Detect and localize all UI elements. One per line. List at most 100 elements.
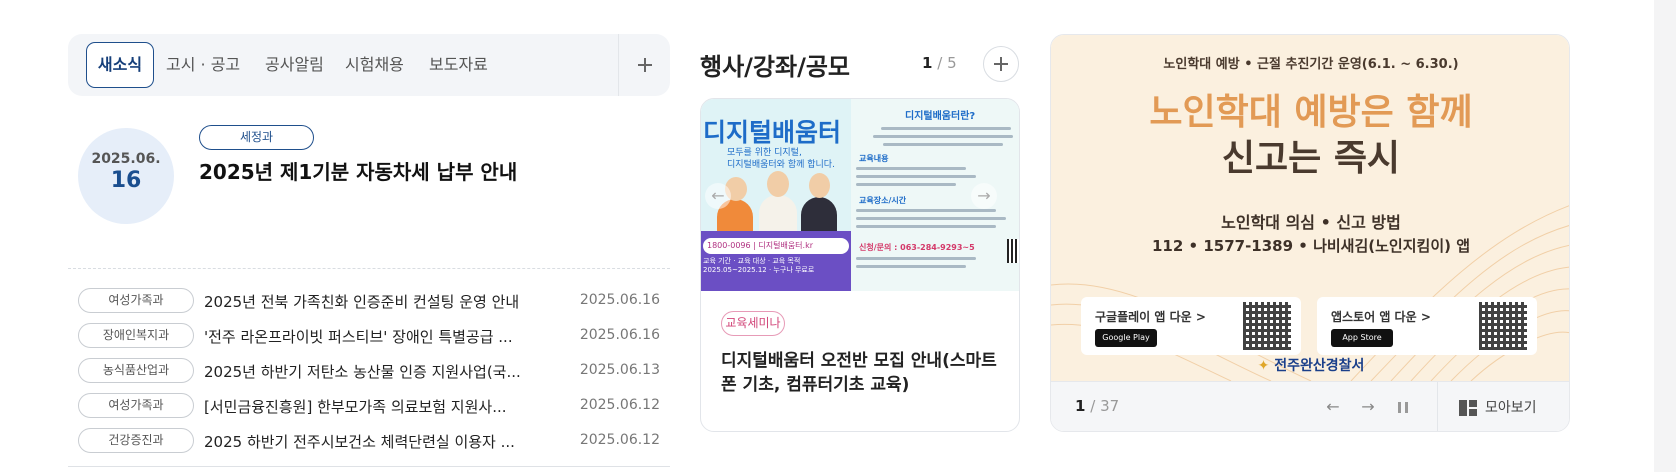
- poster-text-line: [856, 257, 976, 260]
- google-play-box[interactable]: 구글플레이 앱 다운 > Google Play: [1081, 297, 1301, 355]
- news-title[interactable]: 2025 하반기 전주시보건소 체력단련실 이용자 ...: [204, 431, 515, 452]
- event-category-badge: 교육세미나: [721, 311, 785, 336]
- poster-text-line: [856, 209, 996, 212]
- tab-construction[interactable]: 공사알림: [265, 42, 324, 88]
- event-title[interactable]: 디지털배움터 오전반 모집 안내(스마트폰 기초, 컴퓨터기초 교육): [721, 349, 1001, 397]
- news-more-button[interactable]: [618, 34, 670, 96]
- divider: [68, 466, 670, 467]
- divider: [1437, 382, 1438, 431]
- pager-total: 37: [1100, 397, 1120, 415]
- poster-text-line: [856, 225, 996, 228]
- poster-text-line: [856, 167, 966, 170]
- poster-text-line: [883, 143, 1003, 146]
- list-item[interactable]: 여성가족과 [서민금융진흥원] 한부모가족 의료보험 지원사... 2025.0…: [68, 389, 670, 424]
- poster-info-title: 디지털배움터란?: [905, 111, 976, 122]
- banner-subheadline: 신고는 즉시: [1221, 138, 1401, 179]
- banner-slider: 노인학대 예방 • 근절 추진기간 운영(6.1. ~ 6.30.) 노인학대 …: [1050, 34, 1570, 432]
- divider: [68, 268, 670, 269]
- tab-notice[interactable]: 고시 · 공고: [166, 42, 240, 88]
- news-list: 여성가족과 2025년 전북 가족친화 인증준비 컨설팅 운영 안내 2025.…: [68, 284, 670, 459]
- poster-text-line: [856, 175, 976, 178]
- next-arrow-icon[interactable]: →: [1356, 395, 1380, 419]
- pager-separator: /: [937, 54, 943, 72]
- list-item[interactable]: 여성가족과 2025년 전북 가족친화 인증준비 컨설팅 운영 안내 2025.…: [68, 284, 670, 319]
- google-play-button[interactable]: Google Play: [1095, 329, 1157, 347]
- news-date: 2025.06.16: [579, 327, 660, 343]
- pause-bars: [1398, 402, 1408, 413]
- dept-badge: 여성가족과: [78, 393, 194, 418]
- dept-badge: 농식품산업과: [78, 358, 194, 383]
- list-item[interactable]: 장애인복지과 '전주 라온프라이빗 퍼스티브' 장애인 특별공급 ... 202…: [68, 319, 670, 354]
- list-item[interactable]: 농식품산업과 2025년 하반기 저탄소 농산물 인증 지원사업(국... 20…: [68, 354, 670, 389]
- poster-text-line: [856, 183, 956, 186]
- pager-current: 1: [1075, 397, 1086, 415]
- view-all-label: 모아보기: [1485, 400, 1537, 416]
- date-day: 16: [110, 168, 142, 193]
- plus-icon: [637, 58, 652, 72]
- pager-total: 5: [947, 54, 957, 72]
- police-name: 전주완산경찰서: [1274, 358, 1365, 374]
- prev-arrow-icon[interactable]: ←: [1321, 395, 1345, 419]
- tab-recruit[interactable]: 시험채용: [345, 42, 404, 88]
- poster-period-line: 2025.05~2025.12 · 누구나 무료로: [703, 266, 815, 274]
- news-tab-bar: 새소식 고시 · 공고 공사알림 시험채용 보도자료: [68, 34, 670, 96]
- banner-headline: 노인학대 예방은 함께: [1149, 92, 1473, 133]
- banner-image[interactable]: 노인학대 예방 • 근절 추진기간 운영(6.1. ~ 6.30.) 노인학대 …: [1051, 35, 1569, 381]
- events-pager: 1 / 5: [922, 54, 957, 72]
- poster-text-line: [856, 265, 966, 268]
- news-date: 2025.06.16: [579, 292, 660, 308]
- banner-method-title: 노인학대 의심 • 신고 방법: [1221, 213, 1401, 232]
- poster-text-line: [881, 127, 1011, 130]
- pager-current: 1: [922, 54, 933, 72]
- news-title[interactable]: '전주 라온프라이빗 퍼스티브' 장애인 특별공급 ...: [204, 326, 513, 347]
- app-store-label: 앱스토어 앱 다운 >: [1331, 310, 1431, 324]
- arrow-left-icon[interactable]: ←: [705, 183, 731, 209]
- qr-code-icon: [1007, 239, 1019, 263]
- poster-text-line: [873, 135, 1013, 138]
- news-title[interactable]: 2025년 전북 가족친화 인증준비 컨설팅 운영 안내: [204, 291, 519, 312]
- google-play-label: 구글플레이 앱 다운 >: [1095, 310, 1206, 324]
- poster-headline: 디지털배움터: [703, 118, 842, 147]
- person-head: [767, 171, 789, 197]
- poster-period-line: 교육 기간 · 교육 대상 · 교육 목적: [703, 257, 801, 265]
- banner-controls: 1 / 37 ← → 모아보기: [1051, 381, 1569, 431]
- poster-sub-line: 디지털배움터와 함께 합니다.: [727, 160, 835, 170]
- poster-phone: 1800-0096 | 디지털배움터.kr: [703, 238, 849, 254]
- dept-badge: 여성가족과: [78, 288, 194, 313]
- poster-period: 교육 기간 · 교육 대상 · 교육 목적 2025.05~2025.12 · …: [703, 257, 814, 275]
- news-date: 2025.06.12: [579, 397, 660, 413]
- banner-pager: 1 / 37: [1075, 397, 1119, 415]
- news-title[interactable]: [서민금융진흥원] 한부모가족 의료보험 지원사...: [204, 396, 507, 417]
- event-card[interactable]: 디지털배움터 모두를 위한 디지털, 디지털배움터와 함께 합니다. 1800-…: [700, 98, 1020, 432]
- featured-news-title[interactable]: 2025년 제1기분 자동차세 납부 안내: [199, 156, 517, 185]
- qr-code-icon: [1243, 302, 1291, 350]
- plus-icon: [994, 57, 1008, 71]
- banner-method-numbers: 112 • 1577-1389 • 나비새김(노인지킴이) 앱: [1151, 237, 1471, 255]
- events-more-button[interactable]: [983, 46, 1019, 82]
- police-badge-icon: ✦: [1257, 358, 1270, 374]
- person-head: [809, 173, 830, 198]
- poster-label-place: 교육장소/시간: [859, 196, 907, 205]
- news-title[interactable]: 2025년 하반기 저탄소 농산물 인증 지원사업(국...: [204, 361, 521, 382]
- pause-icon[interactable]: [1391, 395, 1415, 419]
- poster-sub-line: 모두를 위한 디지털,: [727, 148, 802, 158]
- arrow-right-icon[interactable]: →: [971, 183, 997, 209]
- app-store-button[interactable]: App Store: [1331, 329, 1393, 347]
- app-store-box[interactable]: 앱스토어 앱 다운 > App Store: [1317, 297, 1537, 355]
- events-section-title: 행사/강좌/공모: [700, 53, 851, 81]
- tab-news[interactable]: 새소식: [86, 42, 154, 88]
- grid-icon: [1459, 400, 1477, 416]
- qr-code-icon: [1479, 302, 1527, 350]
- list-item[interactable]: 건강증진과 2025 하반기 전주시보건소 체력단련실 이용자 ... 2025…: [68, 424, 670, 459]
- news-date: 2025.06.13: [579, 362, 660, 378]
- banner-period-text: 노인학대 예방 • 근절 추진기간 운영(6.1. ~ 6.30.): [1163, 57, 1459, 72]
- news-date: 2025.06.12: [579, 432, 660, 448]
- tab-press[interactable]: 보도자료: [429, 42, 488, 88]
- scrollbar-track[interactable]: [1654, 0, 1676, 472]
- pager-separator: /: [1090, 397, 1096, 415]
- date-circle: 2025.06. 16: [78, 128, 174, 224]
- poster-contact: 신청/문의 : 063-284-9293~5: [859, 243, 975, 252]
- featured-dept-badge: 세정과: [199, 125, 314, 150]
- event-poster-image: 디지털배움터 모두를 위한 디지털, 디지털배움터와 함께 합니다. 1800-…: [701, 99, 1019, 291]
- view-all-button[interactable]: 모아보기: [1459, 382, 1537, 431]
